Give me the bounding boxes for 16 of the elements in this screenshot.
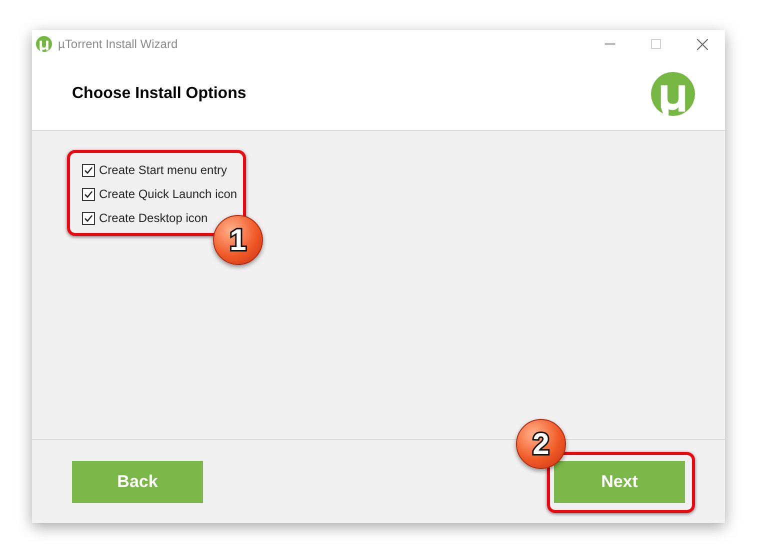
option-checkbox[interactable]: Create Quick Launch icon <box>82 185 725 203</box>
window-title: µTorrent Install Wizard <box>58 36 178 53</box>
checkbox[interactable] <box>82 188 95 200</box>
app-logo-icon <box>36 36 52 52</box>
option-checkbox[interactable]: Create Start menu entry <box>82 161 725 179</box>
step-number-marker: 1 <box>213 215 263 265</box>
checkmark-icon <box>84 214 93 222</box>
step-number-marker: 2 <box>516 419 566 469</box>
maximize-icon <box>651 39 661 49</box>
checkbox[interactable] <box>82 164 95 176</box>
checkmark-icon <box>84 190 93 198</box>
app-logo-icon <box>651 72 695 116</box>
close-icon <box>696 38 708 50</box>
checkbox[interactable] <box>82 212 95 224</box>
checkmark-icon <box>84 166 93 174</box>
page-heading: Choose Install Options <box>72 84 246 104</box>
